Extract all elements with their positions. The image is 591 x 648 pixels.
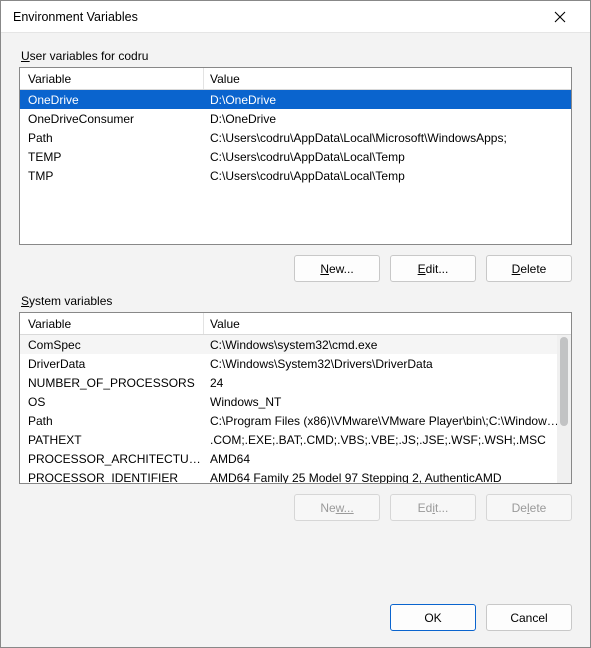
cell-variable: Path — [20, 131, 204, 145]
table-row[interactable]: PathC:\Users\codru\AppData\Local\Microso… — [20, 128, 571, 147]
system-edit-button: Edit... — [390, 494, 476, 521]
system-delete-button: Delete — [486, 494, 572, 521]
user-buttons: New... Edit... Delete — [19, 255, 572, 282]
user-variables-label: User variables for codru — [19, 49, 572, 63]
cell-value: AMD64 — [204, 452, 571, 466]
cell-variable: OneDriveConsumer — [20, 112, 204, 126]
dialog-content: User variables for codru Variable Value … — [1, 33, 590, 590]
cell-variable: TEMP — [20, 150, 204, 164]
system-list-scrollbar[interactable] — [557, 335, 571, 483]
cell-value: C:\Windows\System32\Drivers\DriverData — [204, 357, 571, 371]
user-edit-button[interactable]: Edit... — [390, 255, 476, 282]
cell-value: C:\Users\codru\AppData\Local\Temp — [204, 169, 571, 183]
cell-variable: DriverData — [20, 357, 204, 371]
ok-button[interactable]: OK — [390, 604, 476, 631]
user-list-header[interactable]: Variable Value — [20, 68, 571, 90]
cell-value: C:\Users\codru\AppData\Local\Temp — [204, 150, 571, 164]
table-row[interactable]: TMPC:\Users\codru\AppData\Local\Temp — [20, 166, 571, 185]
table-row[interactable]: TEMPC:\Users\codru\AppData\Local\Temp — [20, 147, 571, 166]
cell-variable: NUMBER_OF_PROCESSORS — [20, 376, 204, 390]
table-row[interactable]: OSWindows_NT — [20, 392, 571, 411]
scrollbar-thumb[interactable] — [560, 337, 568, 426]
cell-value: .COM;.EXE;.BAT;.CMD;.VBS;.VBE;.JS;.JSE;.… — [204, 433, 571, 447]
table-row[interactable]: OneDriveConsumerD:\OneDrive — [20, 109, 571, 128]
dialog-footer: OK Cancel — [1, 590, 590, 647]
cancel-button[interactable]: Cancel — [486, 604, 572, 631]
table-row[interactable]: ComSpecC:\Windows\system32\cmd.exe — [20, 335, 571, 354]
system-variables-accelerator: S — [21, 294, 29, 308]
close-icon — [554, 11, 566, 23]
system-buttons: New... Edit... Delete — [19, 494, 572, 521]
user-variables-accelerator: U — [21, 49, 30, 63]
titlebar: Environment Variables — [1, 1, 590, 33]
table-row[interactable]: OneDriveD:\OneDrive — [20, 90, 571, 109]
cell-variable: PROCESSOR_IDENTIFIER — [20, 471, 204, 484]
cell-value: D:\OneDrive — [204, 112, 571, 126]
user-new-button[interactable]: New... — [294, 255, 380, 282]
cell-value: C:\Program Files (x86)\VMware\VMware Pla… — [204, 414, 571, 428]
user-column-variable[interactable]: Variable — [20, 68, 204, 89]
cell-value: D:\OneDrive — [204, 93, 571, 107]
system-new-button: New... — [294, 494, 380, 521]
environment-variables-dialog: Environment Variables User variables for… — [0, 0, 591, 648]
table-row[interactable]: PROCESSOR_IDENTIFIERAMD64 Family 25 Mode… — [20, 468, 571, 483]
cell-value: 24 — [204, 376, 571, 390]
cell-value: Windows_NT — [204, 395, 571, 409]
system-column-variable[interactable]: Variable — [20, 313, 204, 334]
cell-variable: PROCESSOR_ARCHITECTURE — [20, 452, 204, 466]
user-list-body: OneDriveD:\OneDriveOneDriveConsumerD:\On… — [20, 90, 571, 244]
system-column-value[interactable]: Value — [204, 313, 571, 334]
cell-variable: OneDrive — [20, 93, 204, 107]
system-list-header[interactable]: Variable Value — [20, 313, 571, 335]
user-delete-button[interactable]: Delete — [486, 255, 572, 282]
cell-value: C:\Windows\system32\cmd.exe — [204, 338, 571, 352]
system-list-body: ComSpecC:\Windows\system32\cmd.exeDriver… — [20, 335, 571, 483]
cell-variable: PATHEXT — [20, 433, 204, 447]
cell-value: C:\Users\codru\AppData\Local\Microsoft\W… — [204, 131, 571, 145]
system-variables-list[interactable]: Variable Value ComSpecC:\Windows\system3… — [19, 312, 572, 484]
cell-variable: ComSpec — [20, 338, 204, 352]
cell-variable: TMP — [20, 169, 204, 183]
cell-variable: OS — [20, 395, 204, 409]
cell-variable: Path — [20, 414, 204, 428]
table-row[interactable]: PATHEXT.COM;.EXE;.BAT;.CMD;.VBS;.VBE;.JS… — [20, 430, 571, 449]
close-button[interactable] — [540, 2, 580, 32]
table-row[interactable]: PathC:\Program Files (x86)\VMware\VMware… — [20, 411, 571, 430]
window-title: Environment Variables — [13, 10, 540, 24]
table-row[interactable]: PROCESSOR_ARCHITECTUREAMD64 — [20, 449, 571, 468]
cell-value: AMD64 Family 25 Model 97 Stepping 2, Aut… — [204, 471, 571, 484]
table-row[interactable]: NUMBER_OF_PROCESSORS24 — [20, 373, 571, 392]
table-row[interactable]: DriverDataC:\Windows\System32\Drivers\Dr… — [20, 354, 571, 373]
system-variables-label: System variables — [19, 294, 572, 308]
user-variables-group: User variables for codru Variable Value … — [19, 49, 572, 282]
user-column-value[interactable]: Value — [204, 68, 571, 89]
system-variables-group: System variables Variable Value ComSpecC… — [19, 294, 572, 521]
user-variables-list[interactable]: Variable Value OneDriveD:\OneDriveOneDri… — [19, 67, 572, 245]
